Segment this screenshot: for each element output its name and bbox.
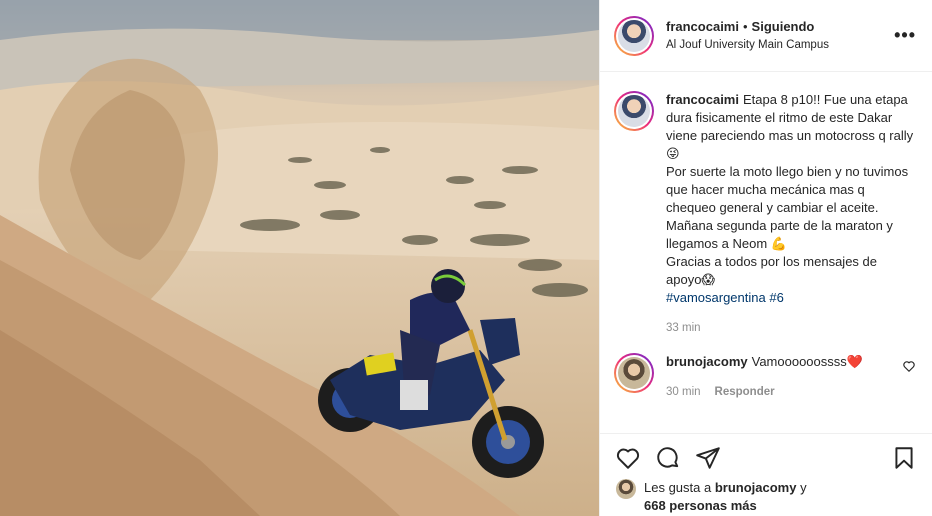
author-avatar[interactable] bbox=[614, 15, 654, 56]
comment-item: brunojacomy Vamoooooossss❤️ 30 min Respon… bbox=[614, 353, 916, 401]
caption-username[interactable]: francocaimi bbox=[666, 92, 739, 107]
heart-icon bbox=[616, 448, 640, 469]
likes-prefix: Les gusta a bbox=[644, 480, 712, 495]
caption-avatar[interactable] bbox=[614, 91, 654, 131]
action-bar bbox=[600, 433, 932, 481]
save-button[interactable] bbox=[890, 444, 918, 472]
liker-username[interactable]: brunojacomy bbox=[715, 480, 797, 495]
comment-body: brunojacomy Vamoooooossss❤️ 30 min Respon… bbox=[666, 353, 892, 401]
post-caption: francocaimi Etapa 8 p10!! Fue una etapa d… bbox=[614, 91, 916, 337]
caption-body: francocaimi Etapa 8 p10!! Fue una etapa d… bbox=[666, 91, 916, 337]
like-button[interactable] bbox=[614, 444, 642, 472]
rally-motorcycle-photo bbox=[0, 0, 599, 516]
commenter-username[interactable]: brunojacomy bbox=[666, 354, 748, 369]
caption-timestamp: 33 min bbox=[666, 322, 701, 334]
follow-status-button[interactable]: Siguiendo bbox=[752, 19, 815, 34]
comments-section: francocaimi Etapa 8 p10!! Fue una etapa d… bbox=[600, 73, 932, 433]
liker-avatar[interactable] bbox=[616, 479, 636, 499]
commenter-avatar[interactable] bbox=[614, 353, 654, 393]
caption-line-3: Gracias a todos por los mensajes de apoy… bbox=[666, 254, 877, 287]
bookmark-icon bbox=[895, 446, 913, 469]
author-info: francocaimi • Siguiendo Al Jouf University… bbox=[666, 18, 894, 54]
comment-timestamp: 30 min bbox=[666, 386, 701, 398]
separator-dot: • bbox=[742, 18, 748, 34]
post-photo[interactable] bbox=[0, 0, 599, 516]
paper-plane-icon bbox=[696, 446, 720, 469]
instagram-post: francocaimi • Siguiendo Al Jouf University… bbox=[0, 0, 932, 516]
author-username[interactable]: francocaimi bbox=[666, 19, 739, 34]
likes-conjunction: y bbox=[800, 480, 807, 495]
heart-small-icon[interactable] bbox=[902, 359, 916, 373]
likes-summary: Les gusta a brunojacomy y 668 personas m… bbox=[616, 479, 916, 515]
caption-line-2: Por suerte la moto llego bien y no tuvim… bbox=[666, 164, 909, 251]
more-options-icon[interactable]: ••• bbox=[894, 25, 916, 46]
comment-text: Vamoooooossss❤️ bbox=[751, 354, 863, 369]
comment-button[interactable] bbox=[654, 444, 682, 472]
reply-button[interactable]: Responder bbox=[715, 383, 775, 401]
share-button[interactable] bbox=[694, 444, 722, 472]
post-location[interactable]: Al Jouf University Main Campus bbox=[666, 36, 894, 54]
post-header: francocaimi • Siguiendo Al Jouf University… bbox=[600, 0, 932, 72]
comment-icon bbox=[657, 446, 679, 468]
post-side-panel: francocaimi • Siguiendo Al Jouf University… bbox=[599, 0, 932, 516]
likes-count[interactable]: 668 personas más bbox=[644, 498, 757, 513]
caption-hashtags[interactable]: #vamosargentina #6 bbox=[666, 289, 916, 307]
